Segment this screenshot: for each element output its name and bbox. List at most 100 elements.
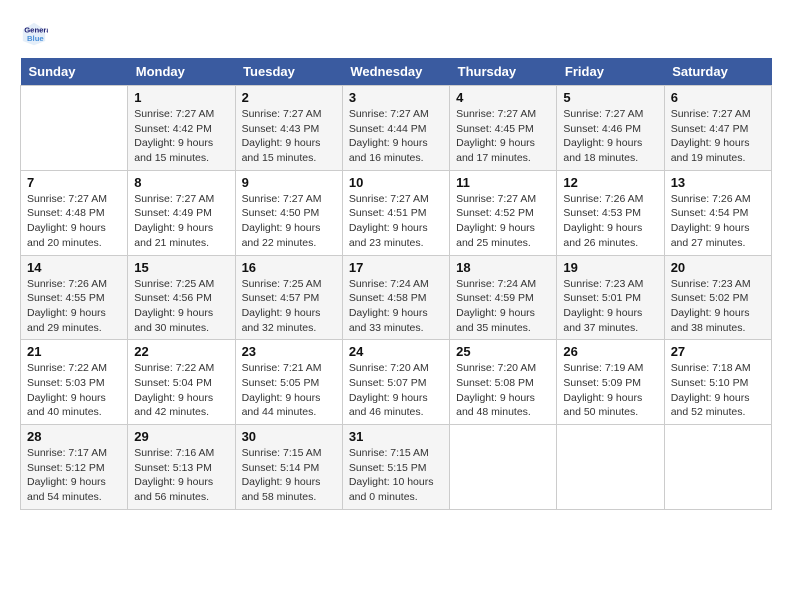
day-info: Sunrise: 7:27 AMSunset: 4:43 PMDaylight:… (242, 107, 336, 166)
column-header-wednesday: Wednesday (342, 58, 449, 86)
day-number: 15 (134, 260, 228, 275)
calendar-cell: 22 Sunrise: 7:22 AMSunset: 5:04 PMDayligh… (128, 340, 235, 425)
day-info: Sunrise: 7:27 AMSunset: 4:42 PMDaylight:… (134, 107, 228, 166)
day-number: 13 (671, 175, 765, 190)
day-number: 3 (349, 90, 443, 105)
calendar-cell: 12 Sunrise: 7:26 AMSunset: 4:53 PMDayligh… (557, 170, 664, 255)
calendar-cell (664, 425, 771, 510)
day-info: Sunrise: 7:22 AMSunset: 5:04 PMDaylight:… (134, 361, 228, 420)
day-info: Sunrise: 7:27 AMSunset: 4:44 PMDaylight:… (349, 107, 443, 166)
day-info: Sunrise: 7:27 AMSunset: 4:49 PMDaylight:… (134, 192, 228, 251)
calendar-week-4: 21Sunrise: 7:22 AMSunset: 5:03 PMDayligh… (21, 340, 772, 425)
day-info: Sunrise: 7:23 AMSunset: 5:01 PMDaylight:… (563, 277, 657, 336)
day-number: 28 (27, 429, 121, 444)
calendar-cell: 27Sunrise: 7:18 AMSunset: 5:10 PMDayligh… (664, 340, 771, 425)
calendar-cell: 9 Sunrise: 7:27 AMSunset: 4:50 PMDaylight… (235, 170, 342, 255)
day-number: 17 (349, 260, 443, 275)
day-info: Sunrise: 7:27 AMSunset: 4:48 PMDaylight:… (27, 192, 121, 251)
svg-text:General: General (24, 26, 48, 35)
day-number: 14 (27, 260, 121, 275)
calendar-cell: 21Sunrise: 7:22 AMSunset: 5:03 PMDayligh… (21, 340, 128, 425)
calendar-cell: 23 Sunrise: 7:21 AMSunset: 5:05 PMDayligh… (235, 340, 342, 425)
day-number: 18 (456, 260, 550, 275)
calendar-cell: 5Sunrise: 7:27 AMSunset: 4:46 PMDaylight… (557, 86, 664, 171)
calendar-cell: 14 Sunrise: 7:26 AMSunset: 4:55 PMDayligh… (21, 255, 128, 340)
day-info: Sunrise: 7:27 AMSunset: 4:50 PMDaylight:… (242, 192, 336, 251)
day-info: Sunrise: 7:24 AMSunset: 4:59 PMDaylight:… (456, 277, 550, 336)
calendar-cell: 7 Sunrise: 7:27 AMSunset: 4:48 PMDaylight… (21, 170, 128, 255)
day-info: Sunrise: 7:21 AMSunset: 5:05 PMDaylight:… (242, 361, 336, 420)
day-info: Sunrise: 7:27 AMSunset: 4:47 PMDaylight:… (671, 107, 765, 166)
page-header: General Blue (20, 20, 772, 48)
calendar-week-5: 28 Sunrise: 7:17 AMSunset: 5:12 PMDayligh… (21, 425, 772, 510)
calendar-cell: 28 Sunrise: 7:17 AMSunset: 5:12 PMDayligh… (21, 425, 128, 510)
calendar-week-3: 14 Sunrise: 7:26 AMSunset: 4:55 PMDayligh… (21, 255, 772, 340)
day-info: Sunrise: 7:17 AMSunset: 5:12 PMDaylight:… (27, 446, 121, 505)
calendar-cell: 24 Sunrise: 7:20 AMSunset: 5:07 PMDayligh… (342, 340, 449, 425)
column-header-thursday: Thursday (450, 58, 557, 86)
day-info: Sunrise: 7:27 AMSunset: 4:45 PMDaylight:… (456, 107, 550, 166)
calendar-cell: 10Sunrise: 7:27 AMSunset: 4:51 PMDayligh… (342, 170, 449, 255)
column-header-saturday: Saturday (664, 58, 771, 86)
day-info: Sunrise: 7:26 AMSunset: 4:55 PMDaylight:… (27, 277, 121, 336)
calendar-cell: 26 Sunrise: 7:19 AMSunset: 5:09 PMDayligh… (557, 340, 664, 425)
calendar-cell: 13 Sunrise: 7:26 AMSunset: 4:54 PMDayligh… (664, 170, 771, 255)
calendar-body: 1 Sunrise: 7:27 AMSunset: 4:42 PMDaylight… (21, 86, 772, 510)
day-number: 23 (242, 344, 336, 359)
calendar-cell: 4 Sunrise: 7:27 AMSunset: 4:45 PMDaylight… (450, 86, 557, 171)
column-header-friday: Friday (557, 58, 664, 86)
day-number: 9 (242, 175, 336, 190)
day-number: 25 (456, 344, 550, 359)
day-info: Sunrise: 7:15 AMSunset: 5:14 PMDaylight:… (242, 446, 336, 505)
day-info: Sunrise: 7:25 AMSunset: 4:56 PMDaylight:… (134, 277, 228, 336)
calendar-week-2: 7 Sunrise: 7:27 AMSunset: 4:48 PMDaylight… (21, 170, 772, 255)
calendar-cell: 25 Sunrise: 7:20 AMSunset: 5:08 PMDayligh… (450, 340, 557, 425)
day-number: 30 (242, 429, 336, 444)
day-number: 4 (456, 90, 550, 105)
calendar-cell: 1 Sunrise: 7:27 AMSunset: 4:42 PMDaylight… (128, 86, 235, 171)
column-header-tuesday: Tuesday (235, 58, 342, 86)
calendar-header: SundayMondayTuesdayWednesdayThursdayFrid… (21, 58, 772, 86)
calendar-cell: 16 Sunrise: 7:25 AMSunset: 4:57 PMDayligh… (235, 255, 342, 340)
calendar-table: SundayMondayTuesdayWednesdayThursdayFrid… (20, 58, 772, 510)
day-number: 22 (134, 344, 228, 359)
column-header-monday: Monday (128, 58, 235, 86)
day-info: Sunrise: 7:15 AMSunset: 5:15 PMDaylight:… (349, 446, 443, 505)
calendar-cell: 30 Sunrise: 7:15 AMSunset: 5:14 PMDayligh… (235, 425, 342, 510)
day-number: 6 (671, 90, 765, 105)
day-number: 26 (563, 344, 657, 359)
calendar-week-1: 1 Sunrise: 7:27 AMSunset: 4:42 PMDaylight… (21, 86, 772, 171)
column-header-sunday: Sunday (21, 58, 128, 86)
calendar-cell: 18 Sunrise: 7:24 AMSunset: 4:59 PMDayligh… (450, 255, 557, 340)
day-number: 8 (134, 175, 228, 190)
day-info: Sunrise: 7:26 AMSunset: 4:54 PMDaylight:… (671, 192, 765, 251)
day-info: Sunrise: 7:25 AMSunset: 4:57 PMDaylight:… (242, 277, 336, 336)
day-info: Sunrise: 7:26 AMSunset: 4:53 PMDaylight:… (563, 192, 657, 251)
day-number: 29 (134, 429, 228, 444)
day-number: 7 (27, 175, 121, 190)
calendar-cell: 8 Sunrise: 7:27 AMSunset: 4:49 PMDaylight… (128, 170, 235, 255)
day-info: Sunrise: 7:20 AMSunset: 5:08 PMDaylight:… (456, 361, 550, 420)
day-number: 20 (671, 260, 765, 275)
day-info: Sunrise: 7:24 AMSunset: 4:58 PMDaylight:… (349, 277, 443, 336)
calendar-cell: 31 Sunrise: 7:15 AMSunset: 5:15 PMDayligh… (342, 425, 449, 510)
day-number: 16 (242, 260, 336, 275)
calendar-cell (450, 425, 557, 510)
calendar-cell: 20 Sunrise: 7:23 AMSunset: 5:02 PMDayligh… (664, 255, 771, 340)
logo: General Blue (20, 20, 52, 48)
day-number: 24 (349, 344, 443, 359)
day-info: Sunrise: 7:18 AMSunset: 5:10 PMDaylight:… (671, 361, 765, 420)
calendar-cell: 19 Sunrise: 7:23 AMSunset: 5:01 PMDayligh… (557, 255, 664, 340)
day-number: 19 (563, 260, 657, 275)
day-info: Sunrise: 7:20 AMSunset: 5:07 PMDaylight:… (349, 361, 443, 420)
calendar-cell (557, 425, 664, 510)
calendar-cell: 6 Sunrise: 7:27 AMSunset: 4:47 PMDaylight… (664, 86, 771, 171)
calendar-cell: 2 Sunrise: 7:27 AMSunset: 4:43 PMDaylight… (235, 86, 342, 171)
day-info: Sunrise: 7:19 AMSunset: 5:09 PMDaylight:… (563, 361, 657, 420)
day-number: 2 (242, 90, 336, 105)
day-number: 10 (349, 175, 443, 190)
day-info: Sunrise: 7:23 AMSunset: 5:02 PMDaylight:… (671, 277, 765, 336)
day-number: 12 (563, 175, 657, 190)
day-number: 1 (134, 90, 228, 105)
day-number: 31 (349, 429, 443, 444)
